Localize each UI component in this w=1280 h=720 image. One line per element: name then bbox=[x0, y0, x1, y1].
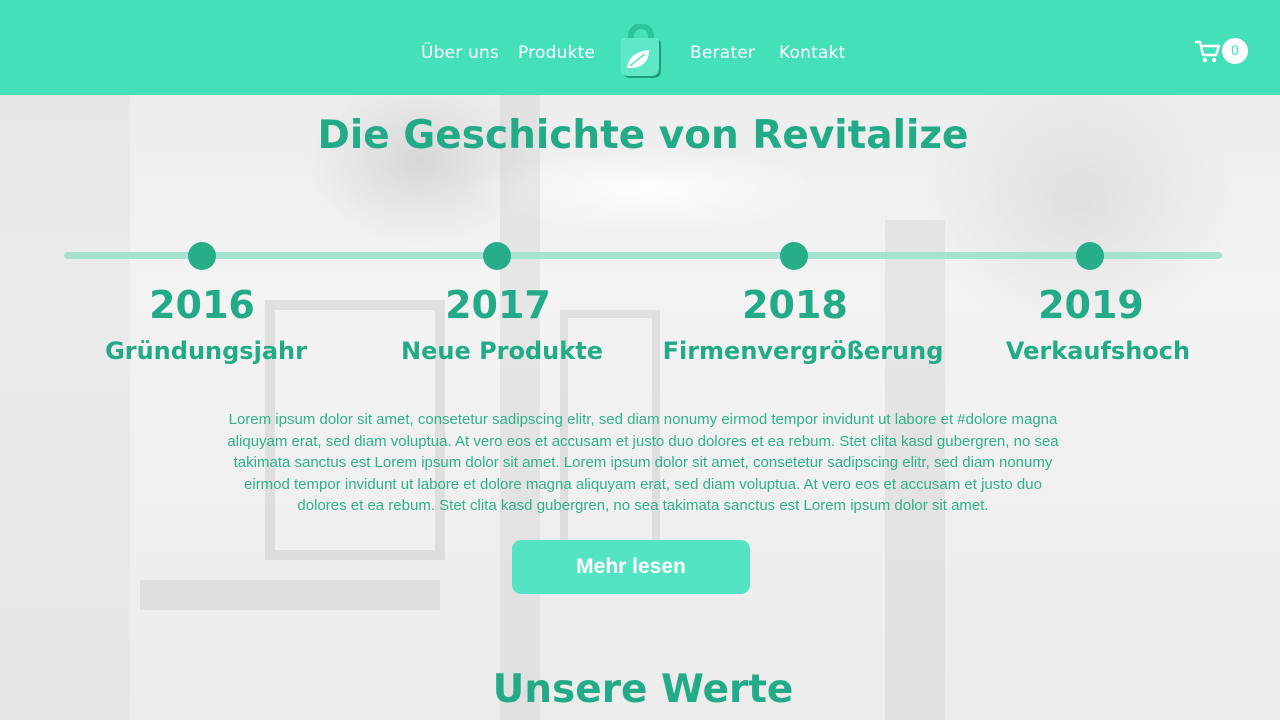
timeline-dot bbox=[780, 242, 808, 270]
history-paragraph: Lorem ipsum dolor sit amet, consetetur s… bbox=[175, 409, 1111, 517]
site-header: Über uns Produkte Berater Kontakt 0 bbox=[0, 0, 1280, 95]
nav-link-contact[interactable]: Kontakt bbox=[779, 43, 845, 63]
paragraph-line: dolores et ea rebum. Stet clita kasd gub… bbox=[297, 497, 989, 515]
cart-icon[interactable] bbox=[1195, 38, 1221, 64]
timeline-year: 2017 bbox=[445, 283, 551, 327]
paragraph-line: aliquyam erat, sed diam voluptua. At ver… bbox=[227, 432, 1059, 450]
read-more-button[interactable]: Mehr lesen bbox=[512, 540, 750, 594]
main-nav: Über uns Produkte Berater Kontakt 0 bbox=[0, 0, 1280, 95]
timeline-year: 2019 bbox=[1038, 283, 1144, 327]
timeline-label: Firmenvergrößerung bbox=[662, 337, 944, 365]
timeline-line bbox=[64, 252, 1222, 259]
nav-link-about[interactable]: Über uns bbox=[421, 43, 499, 63]
timeline-label: Verkaufshoch bbox=[1005, 337, 1191, 365]
nav-link-advisors[interactable]: Berater bbox=[690, 43, 755, 63]
timeline-dot bbox=[188, 242, 216, 270]
paragraph-line: Lorem ipsum dolor sit amet, consetetur s… bbox=[228, 411, 1058, 428]
nav-link-products[interactable]: Produkte bbox=[518, 43, 595, 63]
history-section: Die Geschichte von Revitalize 2016 2017 … bbox=[0, 95, 1280, 720]
paragraph-line: takimata sanctus est Lorem ipsum dolor s… bbox=[233, 454, 1053, 472]
timeline-year: 2016 bbox=[149, 283, 255, 327]
cart-count-badge: 0 bbox=[1222, 38, 1248, 64]
paragraph-line: eirmod tempor invidunt ut labore et dolo… bbox=[244, 475, 1042, 493]
timeline-year: 2018 bbox=[742, 283, 848, 327]
revitalize-logo[interactable] bbox=[619, 24, 663, 80]
timeline-label: Neue Produkte bbox=[401, 337, 603, 365]
timeline-label: Gründungsjahr bbox=[105, 337, 307, 365]
page-title: Die Geschichte von Revitalize bbox=[317, 113, 969, 158]
values-section-title: Unsere Werte bbox=[492, 667, 794, 712]
timeline-dot bbox=[483, 242, 511, 270]
timeline-dot bbox=[1076, 242, 1104, 270]
